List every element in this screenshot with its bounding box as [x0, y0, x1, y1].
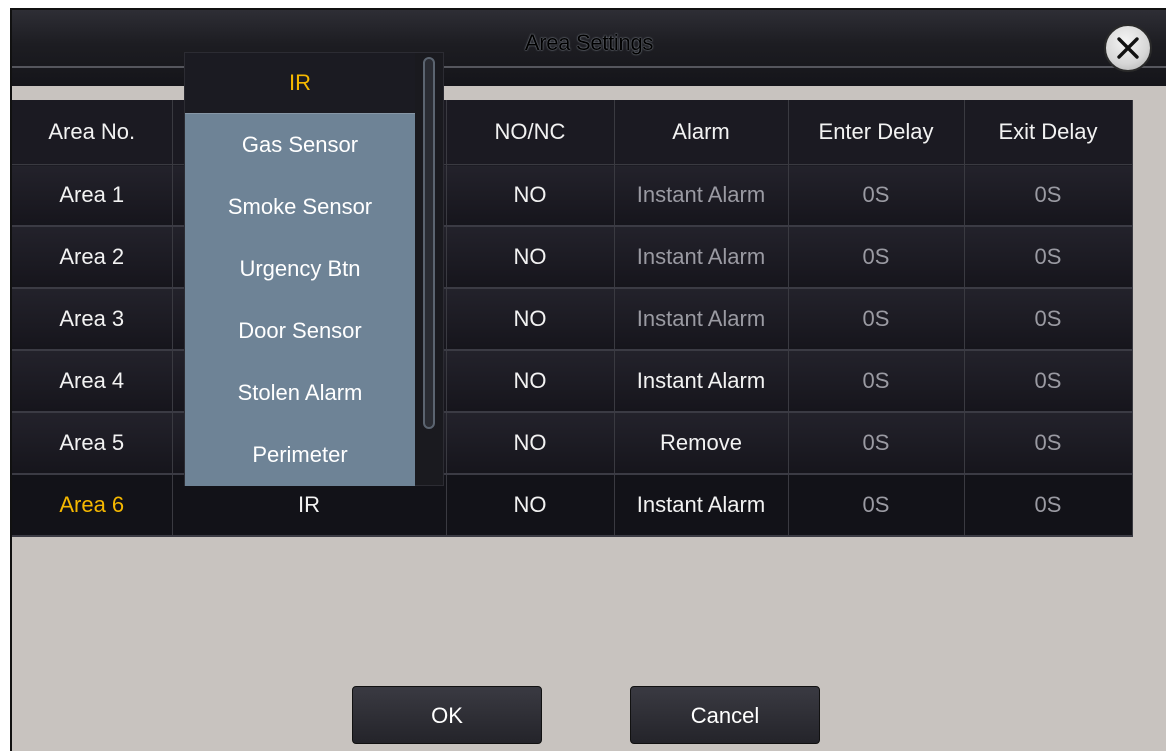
alarm-cell[interactable]: Remove [614, 412, 789, 475]
scrollbar-thumb[interactable] [423, 57, 435, 429]
alarm-cell[interactable]: Instant Alarm [614, 164, 789, 227]
enter-delay-cell[interactable]: 0S [788, 164, 965, 227]
dropdown-option-door-sensor[interactable]: Door Sensor [185, 300, 415, 362]
alarm-cell[interactable]: Instant Alarm [614, 226, 789, 289]
table-row-selected: Area 6 IR NO Instant Alarm 0S 0S [12, 474, 1133, 537]
exit-delay-cell[interactable]: 0S [964, 412, 1133, 475]
alarm-cell[interactable]: Instant Alarm [614, 288, 789, 351]
table-row: Area 1 NO Instant Alarm 0S 0S [12, 164, 1133, 227]
dropdown-option-perimeter[interactable]: Perimeter [185, 424, 415, 486]
enter-delay-cell[interactable]: 0S [788, 226, 965, 289]
exit-delay-cell[interactable]: 0S [964, 164, 1133, 227]
table-row: Area 4 NO Instant Alarm 0S 0S [12, 350, 1133, 413]
exit-delay-cell[interactable]: 0S [964, 350, 1133, 413]
close-icon [1117, 37, 1139, 59]
area-cell[interactable]: Area 4 [12, 350, 173, 413]
table-row: Area 2 NO Instant Alarm 0S 0S [12, 226, 1133, 289]
table-row: Area 3 NO Instant Alarm 0S 0S [12, 288, 1133, 351]
enter-delay-cell[interactable]: 0S [788, 350, 965, 413]
table-header-row: Area No. NO/NC Alarm Enter Delay Exit De… [12, 100, 1133, 165]
type-dropdown[interactable]: IR Gas Sensor Smoke Sensor Urgency Btn D… [184, 52, 444, 486]
dropdown-option-smoke-sensor[interactable]: Smoke Sensor [185, 176, 415, 238]
table-row: Area 5 NO Remove 0S 0S [12, 412, 1133, 475]
ok-button[interactable]: OK [352, 686, 542, 744]
enter-delay-cell[interactable]: 0S [788, 288, 965, 351]
dropdown-option-urgency-btn[interactable]: Urgency Btn [185, 238, 415, 300]
area-cell[interactable]: Area 3 [12, 288, 173, 351]
header-alarm: Alarm [614, 100, 789, 165]
nonc-cell[interactable]: NO [446, 412, 615, 475]
nonc-cell[interactable]: NO [446, 164, 615, 227]
area-cell[interactable]: Area 6 [12, 474, 173, 537]
exit-delay-cell[interactable]: 0S [964, 474, 1133, 537]
nonc-cell[interactable]: NO [446, 226, 615, 289]
area-cell[interactable]: Area 1 [12, 164, 173, 227]
close-button[interactable] [1104, 24, 1152, 72]
exit-delay-cell[interactable]: 0S [964, 288, 1133, 351]
dropdown-scrollbar[interactable] [415, 53, 443, 485]
alarm-cell[interactable]: Instant Alarm [614, 350, 789, 413]
area-cell[interactable]: Area 5 [12, 412, 173, 475]
nonc-cell[interactable]: NO [446, 474, 615, 537]
cancel-button[interactable]: Cancel [630, 686, 820, 744]
dropdown-option-stolen-alarm[interactable]: Stolen Alarm [185, 362, 415, 424]
header-area-no: Area No. [12, 100, 173, 165]
enter-delay-cell[interactable]: 0S [788, 412, 965, 475]
header-enter-delay: Enter Delay [788, 100, 965, 165]
header-nonc: NO/NC [446, 100, 615, 165]
dropdown-selected-value[interactable]: IR [185, 53, 415, 113]
header-exit-delay: Exit Delay [964, 100, 1133, 165]
alarm-cell[interactable]: Instant Alarm [614, 474, 789, 537]
enter-delay-cell[interactable]: 0S [788, 474, 965, 537]
area-cell[interactable]: Area 2 [12, 226, 173, 289]
dropdown-options: Gas Sensor Smoke Sensor Urgency Btn Door… [185, 113, 415, 486]
nonc-cell[interactable]: NO [446, 288, 615, 351]
exit-delay-cell[interactable]: 0S [964, 226, 1133, 289]
area-table: Area No. NO/NC Alarm Enter Delay Exit De… [12, 100, 1133, 537]
dropdown-option-gas-sensor[interactable]: Gas Sensor [185, 114, 415, 176]
nonc-cell[interactable]: NO [446, 350, 615, 413]
